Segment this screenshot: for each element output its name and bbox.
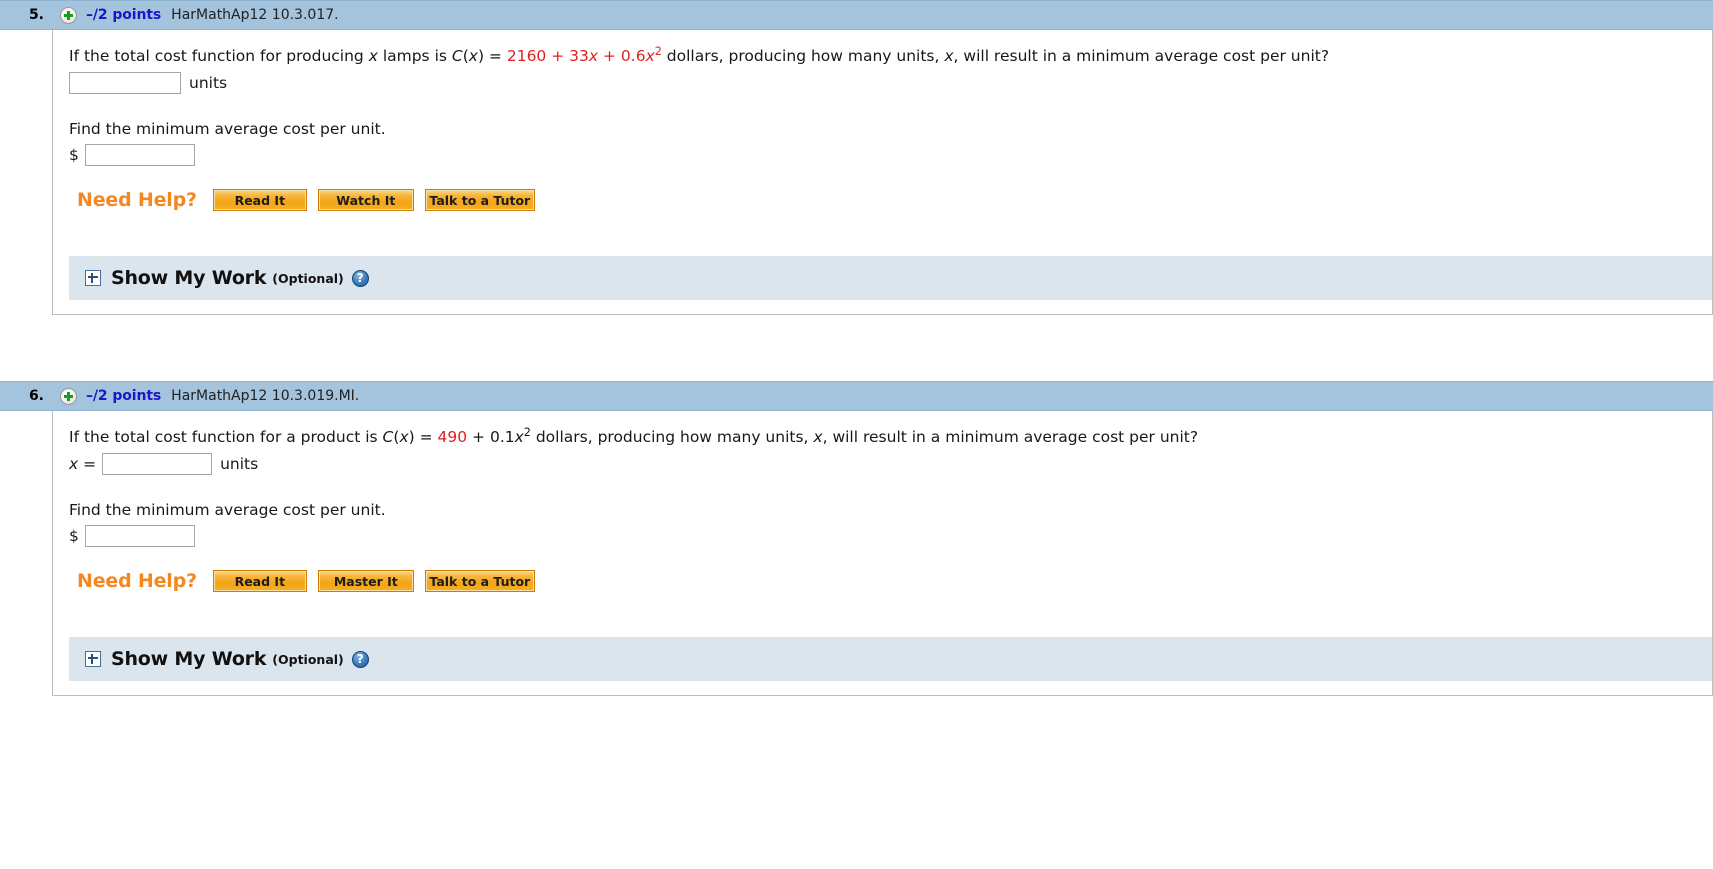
problem-5-find-line: Find the minimum average cost per unit.	[69, 120, 386, 139]
problem-5-units-input[interactable]	[69, 72, 181, 95]
problem-5-header: 5. –/2 points HarMathAp12 10.3.017.	[0, 0, 1713, 30]
problem-6-number: 6.	[28, 388, 44, 405]
problem-5-cost-input[interactable]	[84, 144, 195, 167]
q5-term2-var: x	[588, 47, 599, 65]
q6-term3-exponent: 2	[523, 425, 531, 439]
problem-6-show-my-work-title: Show My Work	[111, 648, 267, 671]
q5-plus2: +	[598, 47, 621, 65]
q6-fn-close: ) =	[408, 428, 438, 447]
q5-term3-var: x	[645, 47, 655, 65]
problem-5-read-it-button[interactable]: Read It	[212, 189, 307, 212]
q6-term3-var: x	[514, 428, 524, 447]
q6-var2: x	[813, 428, 823, 447]
problem-5-units-label: units	[189, 74, 228, 93]
q6-fn-var: x	[399, 428, 409, 447]
problem-5-dollar-sign: $	[69, 146, 79, 165]
q5-term3: 0.6	[620, 47, 646, 65]
problem-5: 5. –/2 points HarMathAp12 10.3.017. If t…	[0, 0, 1713, 316]
q5-term1: 2160	[506, 47, 547, 65]
problem-6-body: If the total cost function for a product…	[52, 411, 1713, 697]
problem-6-answer-row-1: x = units	[53, 453, 1712, 476]
q5-part3: dollars, producing how many units,	[661, 47, 945, 65]
help-question-icon[interactable]: ?	[351, 650, 369, 668]
problem-6-show-my-work-optional: (Optional)	[272, 651, 344, 667]
problem-5-answer-row-1: units	[53, 72, 1712, 95]
q5-part2: lamps is	[377, 47, 452, 65]
problem-6-answer-row-2: $	[53, 525, 1712, 548]
problem-5-talk-to-a-tutor-button[interactable]: Talk to a Tutor	[424, 189, 535, 212]
assignment-page: 5. –/2 points HarMathAp12 10.3.017. If t…	[0, 0, 1713, 697]
q6-part1: If the total cost function for a product…	[69, 428, 383, 447]
problem-6-find-line: Find the minimum average cost per unit.	[69, 501, 386, 520]
problem-6-show-my-work-bar[interactable]: Show My Work (Optional) ?	[69, 637, 1712, 682]
problem-5-answer-row-2: $	[53, 144, 1712, 167]
problem-6-units-input[interactable]	[102, 453, 213, 476]
problem-5-help-row: Need Help? Read It Watch It Talk to a Tu…	[53, 188, 1712, 212]
problem-6-cost-input[interactable]	[84, 525, 195, 548]
q5-term2: 33	[569, 47, 589, 65]
problem-5-show-my-work-bar[interactable]: Show My Work (Optional) ?	[69, 256, 1712, 301]
plus-circle-icon[interactable]	[60, 6, 77, 24]
q5-part1: If the total cost function for producing	[69, 47, 369, 65]
q6-term3: 0.1	[489, 428, 515, 447]
q6-term1: 490	[437, 428, 468, 447]
help-question-icon[interactable]: ?	[351, 269, 369, 287]
problem-6-talk-to-a-tutor-button[interactable]: Talk to a Tutor	[424, 570, 535, 593]
q5-term3-exponent: 2	[654, 44, 662, 58]
expand-plus-icon[interactable]	[85, 270, 101, 287]
problem-6-master-it-button[interactable]: Master It	[317, 570, 414, 593]
problem-5-body: If the total cost function for producing…	[52, 30, 1713, 316]
problem-5-number: 5.	[28, 7, 44, 23]
problem-6-header: 6. –/2 points HarMathAp12 10.3.019.MI.	[0, 381, 1713, 412]
problem-6-read-it-button[interactable]: Read It	[212, 570, 307, 593]
problem-6-reference: HarMathAp12 10.3.019.MI.	[171, 388, 360, 405]
problem-5-watch-it-button[interactable]: Watch It	[317, 189, 414, 212]
problem-6-dollar-sign: $	[69, 527, 79, 546]
plus-circle-icon[interactable]	[60, 387, 77, 405]
problem-5-question-text: If the total cost function for producing…	[53, 30, 1712, 66]
problem-6-points: –/2 points	[86, 388, 162, 405]
problem-5-show-my-work-title: Show My Work	[111, 267, 267, 290]
q5-fn-var: x	[468, 47, 478, 65]
problem-6-need-help-label: Need Help?	[77, 570, 197, 593]
q5-fn: C	[451, 47, 463, 65]
q5-part4: , will result in a minimum average cost …	[953, 47, 1330, 65]
problem-6-help-row: Need Help? Read It Master It Talk to a T…	[53, 569, 1712, 593]
problem-6-x-equals-label: x =	[69, 455, 97, 474]
q6-fn: C	[382, 428, 394, 447]
q6-part4: , will result in a minimum average cost …	[822, 428, 1199, 447]
problem-6-units-label: units	[220, 455, 259, 474]
q6-part3: dollars, producing how many units,	[530, 428, 814, 447]
expand-plus-icon[interactable]	[85, 651, 101, 668]
q5-var2: x	[944, 47, 954, 65]
problem-5-need-help-label: Need Help?	[77, 189, 197, 212]
problem-5-points: –/2 points	[86, 7, 162, 23]
problem-spacer	[0, 315, 1713, 381]
q6-plus1: +	[467, 428, 490, 447]
q5-fn-close: ) =	[477, 47, 507, 65]
problem-5-reference: HarMathAp12 10.3.017.	[171, 7, 339, 23]
problem-5-show-my-work-optional: (Optional)	[272, 270, 344, 286]
problem-6: 6. –/2 points HarMathAp12 10.3.019.MI. I…	[0, 381, 1713, 697]
q5-var1: x	[368, 47, 378, 65]
problem-6-question-text: If the total cost function for a product…	[53, 411, 1712, 447]
q5-plus1: +	[546, 47, 570, 65]
